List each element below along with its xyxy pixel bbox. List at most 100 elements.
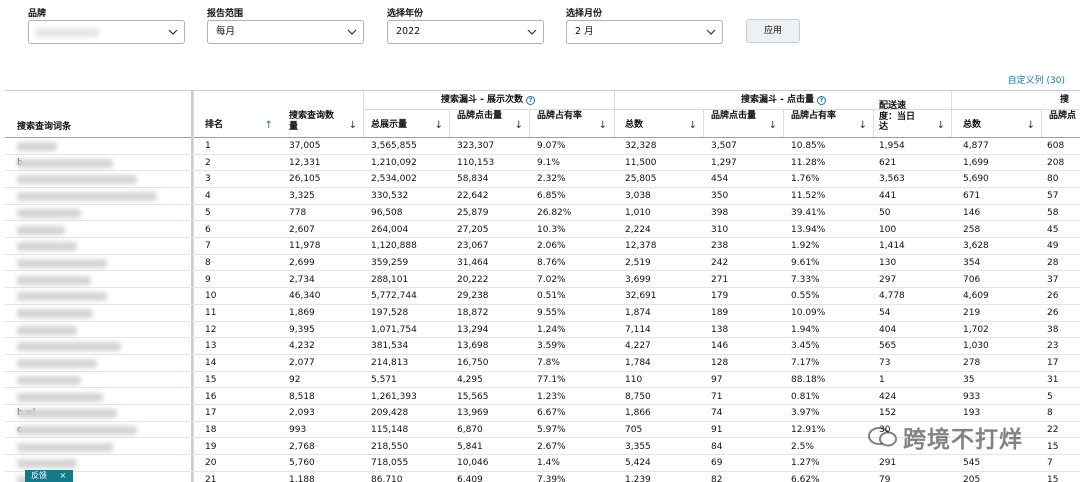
cell-clk-brand: 97: [711, 374, 723, 385]
col-header-ship[interactable]: 配送速度：当日达 ↓: [875, 99, 951, 137]
table-row[interactable]: 11 1,869 197,528 18,872 9.55% 1,874 189 10.09% 5…: [5, 305, 1080, 322]
col-header-next-total[interactable]: 总数 ↓: [959, 109, 1041, 137]
cell-next-brand: 49: [1047, 241, 1059, 252]
cell-clk-share: 7.33%: [791, 274, 820, 285]
cell-clk-total: 3,038: [625, 191, 651, 202]
wechat-logo-icon: [868, 427, 897, 447]
cell-clk-total: 32,328: [625, 141, 657, 151]
col-header-imp-total[interactable]: 总展示量 ↓: [367, 109, 449, 137]
table-row[interactable]: b212,3311,210,092110,1539.1%11,5001,2971…: [5, 155, 1080, 172]
cell-volume: 5,760: [289, 458, 315, 469]
keyword-redacted: [17, 359, 97, 369]
cell-next-brand: 15: [1047, 475, 1059, 482]
col-header-imp-share[interactable]: 品牌占有率 ↓: [533, 109, 613, 137]
cell-imp-total: 1,210,092: [371, 157, 417, 168]
cell-imp-brand: 6,409: [457, 475, 483, 482]
month-select[interactable]: 2 月: [566, 20, 723, 44]
group-header-next: 搜: [1060, 95, 1070, 105]
sort-down-icon[interactable]: ↓: [599, 120, 607, 132]
month-value: 2 月: [575, 26, 594, 37]
col-header-next-brand[interactable]: 品牌点: [1045, 109, 1080, 137]
keyword-redacted: [17, 375, 81, 385]
sort-down-icon[interactable]: ↓: [435, 120, 443, 132]
table-row[interactable]: 16 8,518 1,261,393 15,565 1.23% 8,750 71 0.81% 4…: [5, 389, 1080, 405]
col-header-clk-share[interactable]: 品牌占有率 ↓: [787, 109, 873, 137]
cell-clk-share: 10.85%: [791, 141, 826, 151]
cell-next-brand: 26: [1047, 308, 1059, 318]
cell-imp-total: 330,532: [371, 191, 409, 202]
col-header-clk-brand[interactable]: 品牌点击量 ↓: [707, 109, 783, 137]
table-row[interactable]: 14 2,077 214,813 16,750 7.8% 1,784 128 7.17% 73 2…: [5, 355, 1080, 372]
cell-imp-share: 0.51%: [537, 291, 566, 302]
cell-clk-share: 1.27%: [791, 458, 820, 469]
col-header-clk-total[interactable]: 总数 ↓: [621, 109, 703, 137]
cell-ship: 441: [879, 191, 897, 202]
sort-down-icon[interactable]: ↓: [937, 120, 945, 132]
close-icon[interactable]: ×: [60, 471, 67, 480]
table-row[interactable]: 4 3,325 330,532 22,642 6.85% 3,038 350 11.52% 44…: [5, 188, 1080, 205]
cell-rank: 20: [205, 458, 217, 469]
range-select[interactable]: 每月: [207, 20, 364, 44]
table-row[interactable]: 1 37,005 3,565,855 323,307 9.07% 32,328 3,507 1…: [5, 138, 1080, 155]
custom-columns-link[interactable]: 自定义列 (30): [1008, 73, 1065, 86]
cell-clk-brand: 71: [711, 391, 723, 402]
cell-rank: 12: [205, 324, 217, 335]
sort-down-icon[interactable]: ↓: [1027, 120, 1035, 132]
year-select[interactable]: 2022: [387, 20, 544, 44]
sort-up-icon[interactable]: ↑: [265, 120, 273, 132]
cell-rank: 2: [205, 157, 211, 168]
cell-clk-brand: 242: [711, 257, 729, 268]
table-row[interactable]: 9 2,734 288,101 20,222 7.02% 3,699 271 7.33% 297…: [5, 272, 1080, 289]
cell-ship: 404: [879, 324, 897, 335]
cell-next-brand: 8: [1047, 408, 1053, 419]
sort-down-icon[interactable]: ↓: [859, 120, 867, 132]
info-icon[interactable]: ?: [817, 96, 826, 105]
table-row[interactable]: 7 11,978 1,120,888 23,067 2.06% 12,378 238 1.92…: [5, 238, 1080, 255]
cell-imp-total: 197,528: [371, 308, 409, 318]
col-header-imp-brand[interactable]: 品牌点击量 ↓: [453, 109, 529, 137]
divider: [703, 109, 704, 137]
table-row[interactable]: 5 778 96,508 25,879 26.82% 1,010 398 39.41% 50 14…: [5, 205, 1080, 222]
cell-ship: 1,954: [879, 141, 905, 151]
col-header-rank[interactable]: 排名 ↑: [201, 109, 279, 137]
cell-volume: 92: [289, 374, 301, 385]
cell-volume: 1,188: [289, 475, 315, 482]
table-row[interactable]: 12 9,395 1,071,754 13,294 1.24% 7,114 138 1.94%…: [5, 322, 1080, 339]
table-row[interactable]: 21 1,188 86,710 6,409 7.39% 1,239 82 6.62% 79 205…: [5, 472, 1080, 482]
cell-next-total: 205: [963, 475, 981, 482]
col-header-volume[interactable]: 搜索查询数量 ↓: [285, 109, 363, 137]
table-row[interactable]: 3 26,105 2,534,002 58,834 2.32% 25,805 454 1.76…: [5, 171, 1080, 188]
cell-ship: 1,414: [879, 241, 905, 252]
cell-next-brand: 17: [1047, 358, 1059, 369]
info-icon[interactable]: ?: [526, 96, 535, 105]
sort-down-icon[interactable]: ↓: [349, 120, 357, 132]
apply-button[interactable]: 应用: [746, 19, 800, 43]
cell-clk-total: 3,355: [625, 441, 651, 452]
table-row[interactable]: 13 4,232 381,534 13,698 3.59% 4,227 146 3.45% 56…: [5, 338, 1080, 355]
cell-rank: 8: [205, 257, 211, 268]
table-row[interactable]: 8 2,699 359,259 31,464 8.76% 2,519 242 9.61% 130…: [5, 255, 1080, 272]
year-label: 选择年份: [387, 9, 424, 19]
cell-volume: 11,978: [289, 241, 321, 252]
keyword-redacted: [17, 342, 121, 352]
cell-clk-total: 25,805: [625, 174, 657, 185]
table-row[interactable]: 20 5,760 718,055 10,046 1.4% 5,424 69 1.27% 291 5…: [5, 455, 1080, 472]
cell-next-brand: 58: [1047, 207, 1059, 218]
table-row[interactable]: 10 46,340 5,772,744 29,238 0.51% 32,691 179 0.5…: [5, 288, 1080, 305]
brand-select[interactable]: [28, 20, 185, 44]
feedback-tab[interactable]: 反馈 ×: [25, 470, 73, 482]
sort-down-icon[interactable]: ↓: [515, 120, 523, 132]
sort-down-icon[interactable]: ↓: [689, 120, 697, 132]
table-row[interactable]: 15 92 5,571 4,295 77.1% 110 97 88.18% 1 35 31: [5, 372, 1080, 389]
col-header-keyword[interactable]: 搜索查询词条: [13, 117, 193, 137]
cell-volume: 993: [289, 424, 307, 435]
keyword-redacted: [17, 275, 91, 285]
cell-rank: 18: [205, 424, 217, 435]
cell-next-brand: 208: [1047, 157, 1065, 168]
cell-imp-total: 1,120,888: [371, 241, 417, 252]
table-row[interactable]: 6 2,607 264,004 27,205 10.3% 2,224 310 13.94% 10…: [5, 222, 1080, 238]
cell-rank: 6: [205, 224, 211, 235]
sort-down-icon[interactable]: ↓: [769, 120, 777, 132]
divider: [873, 109, 874, 137]
cell-clk-total: 2,224: [625, 224, 651, 235]
